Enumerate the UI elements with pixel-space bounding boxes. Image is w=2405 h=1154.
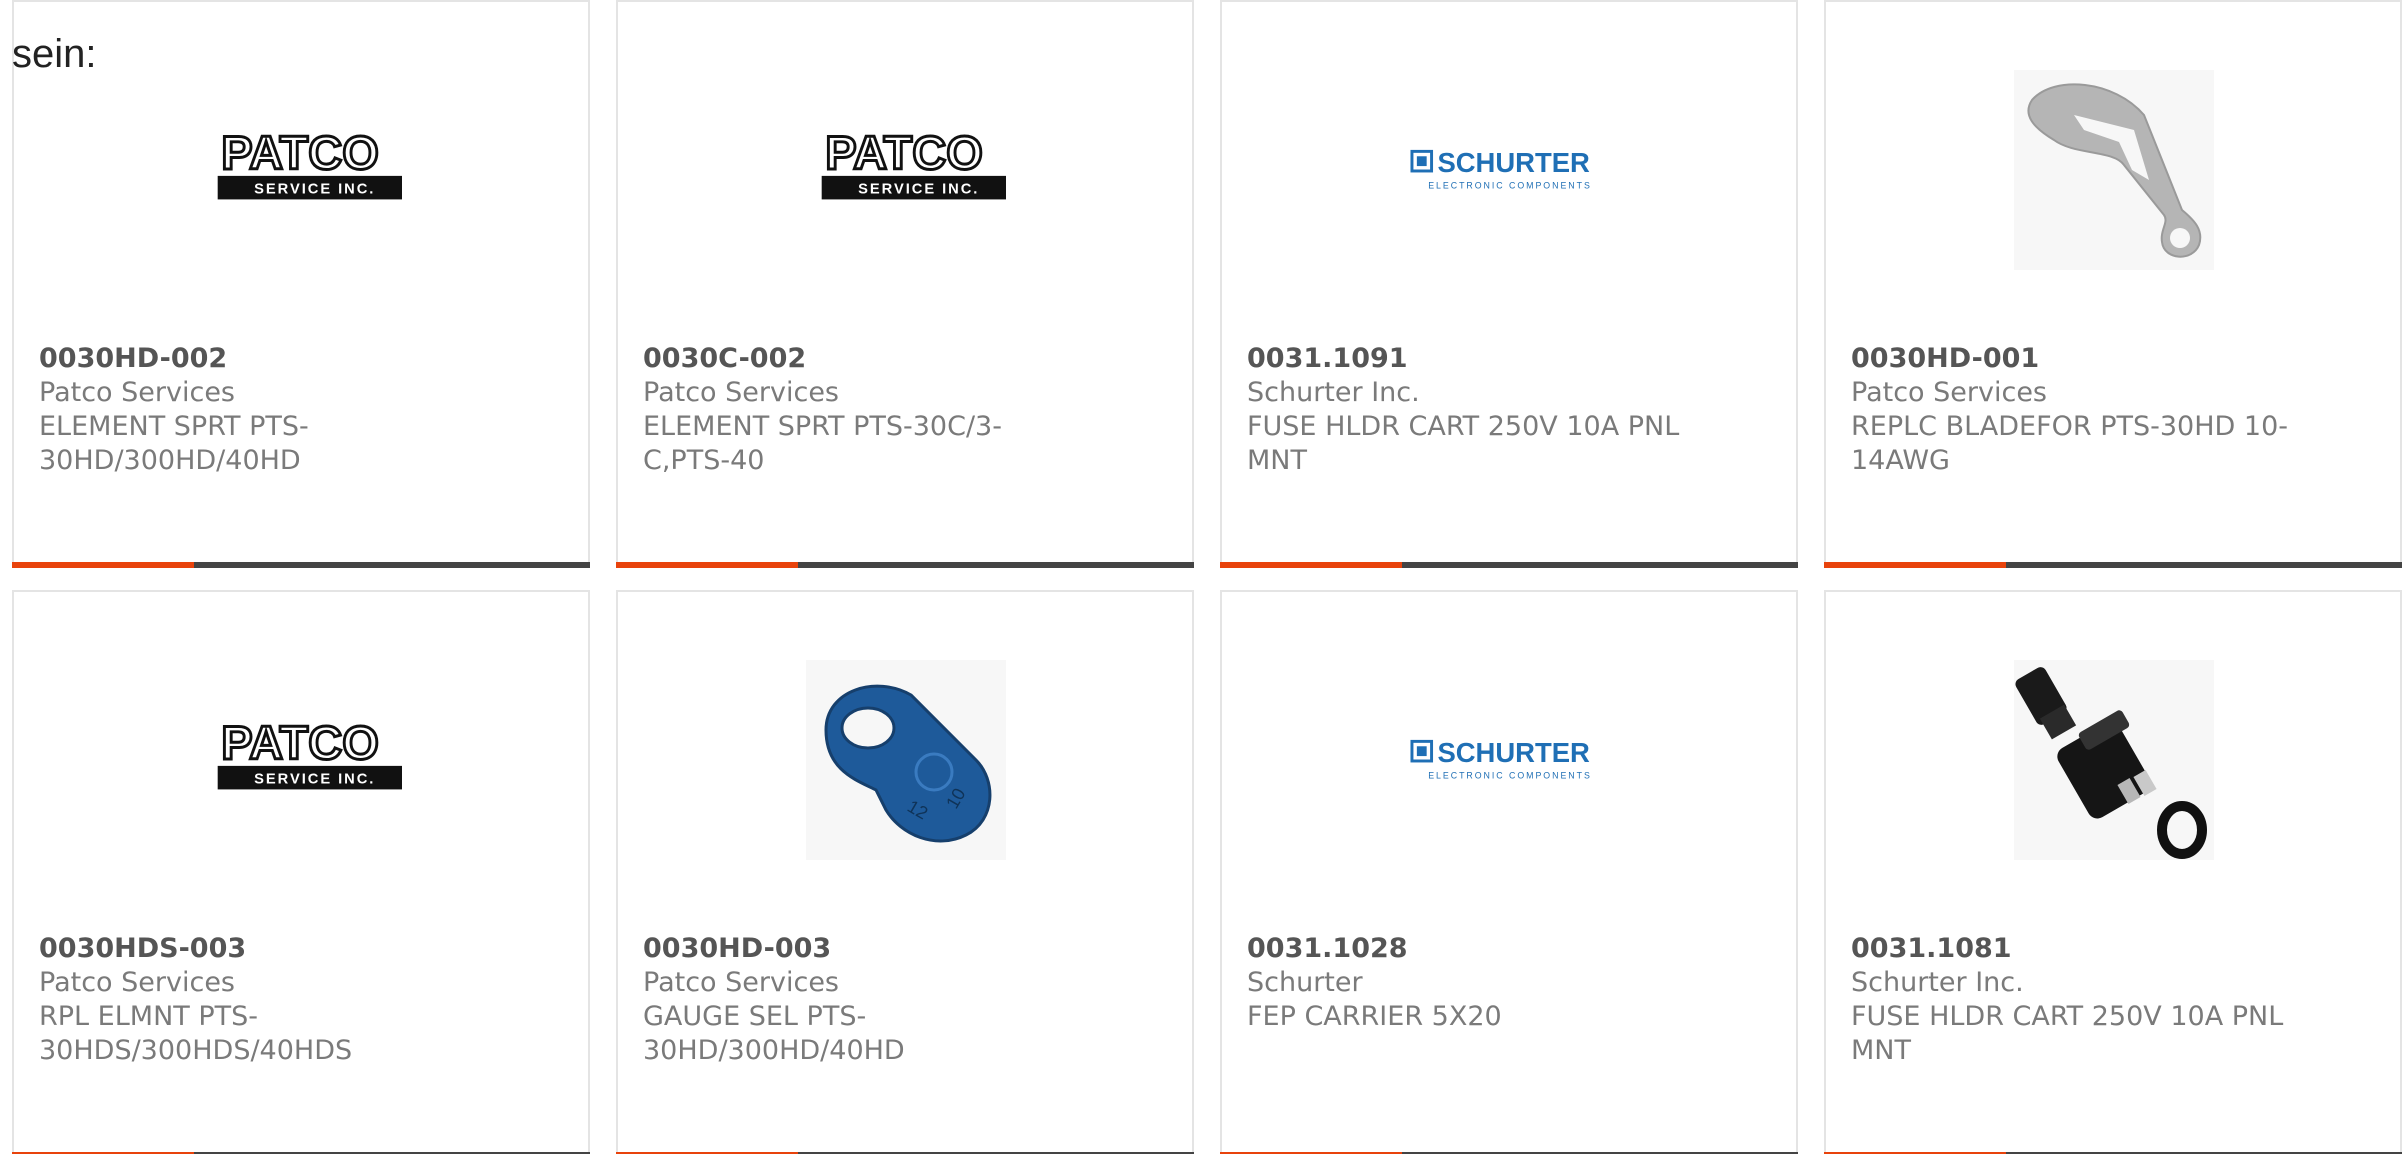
part-number[interactable]: 0031.1091: [1247, 342, 1687, 376]
product-image[interactable]: 12 10: [806, 660, 1006, 860]
patco-logo-word: PATCO: [221, 722, 379, 769]
schurter-logo-word: SCHURTER: [1437, 147, 1590, 178]
section-heading: sein:: [12, 32, 97, 76]
description: FUSE HLDR CART 250V 10A PNL MNT: [1247, 411, 1680, 476]
product-info: 0031.1091 Schurter Inc. FUSE HLDR CART 2…: [1247, 342, 1687, 478]
product-card[interactable]: PATCO SERVICE INC. 0030HDS-003 Patco Ser…: [12, 590, 590, 1154]
product-image[interactable]: PATCO SERVICE INC.: [202, 70, 402, 270]
part-number[interactable]: 0030C-002: [643, 342, 1083, 376]
schurter-logo-tagline: ELECTRONIC COMPONENTS: [1428, 181, 1592, 191]
product-info: 0030HD-003 Patco Services GAUGE SEL PTS-…: [643, 932, 1083, 1068]
gauge-selector-photo: 12 10: [806, 660, 1006, 860]
product-image[interactable]: PATCO SERVICE INC.: [806, 70, 1006, 270]
product-image[interactable]: SCHURTER ELECTRONIC COMPONENTS: [1410, 70, 1610, 270]
description: RPL ELMNT PTS-30HDS/300HDS/40HDS: [39, 1001, 353, 1066]
product-image[interactable]: [2014, 660, 2214, 860]
part-number[interactable]: 0030HD-002: [39, 342, 479, 376]
card-bar-accent: [616, 562, 798, 568]
part-number[interactable]: 0030HD-003: [643, 932, 1083, 966]
part-number[interactable]: 0030HD-001: [1851, 342, 2291, 376]
product-card[interactable]: SCHURTER ELECTRONIC COMPONENTS 0031.1091…: [1220, 0, 1798, 568]
product-info: 0030HD-002 Patco Services ELEMENT SPRT P…: [39, 342, 479, 478]
fuse-holder-photo: [2014, 660, 2214, 860]
patco-logo: PATCO SERVICE INC.: [217, 722, 402, 790]
product-card[interactable]: SCHURTER ELECTRONIC COMPONENTS 0031.1028…: [1220, 590, 1798, 1154]
product-card[interactable]: 0030HD-001 Patco Services REPLC BLADEFOR…: [1824, 0, 2402, 568]
description: FEP CARRIER 5X20: [1247, 1001, 1502, 1032]
product-image[interactable]: [2014, 70, 2214, 270]
patco-logo: PATCO SERVICE INC.: [821, 132, 1006, 200]
patco-logo-tagline: SERVICE INC.: [254, 772, 375, 788]
product-image[interactable]: SCHURTER ELECTRONIC COMPONENTS: [1410, 660, 1610, 860]
patco-logo-tagline: SERVICE INC.: [254, 182, 375, 198]
product-card[interactable]: 12 10 0030HD-003 Patco Services GAUGE SE…: [616, 590, 1194, 1154]
product-card[interactable]: 0031.1081 Schurter Inc. FUSE HLDR CART 2…: [1824, 590, 2402, 1154]
schurter-logo-tagline: ELECTRONIC COMPONENTS: [1428, 771, 1592, 781]
card-bottom-bar: [1824, 562, 2402, 568]
product-info: 0030C-002 Patco Services ELEMENT SPRT PT…: [643, 342, 1083, 478]
card-bar-accent: [12, 562, 194, 568]
schurter-logo-word: SCHURTER: [1437, 737, 1590, 768]
product-image[interactable]: PATCO SERVICE INC.: [202, 660, 402, 860]
description: GAUGE SEL PTS-30HD/300HD/40HD: [643, 1001, 905, 1066]
card-bottom-bar: [12, 562, 590, 568]
patco-logo-tagline: SERVICE INC.: [858, 182, 979, 198]
manufacturer: Patco Services: [643, 967, 840, 998]
patco-logo: PATCO SERVICE INC.: [217, 132, 402, 200]
card-bottom-bar: [1220, 562, 1798, 568]
part-number[interactable]: 0030HDS-003: [39, 932, 479, 966]
description: ELEMENT SPRT PTS-30HD/300HD/40HD: [39, 411, 309, 476]
manufacturer: Schurter Inc.: [1247, 377, 1420, 408]
description: REPLC BLADEFOR PTS-30HD 10-14AWG: [1851, 411, 2288, 476]
product-card[interactable]: PATCO SERVICE INC. 0030HD-002 Patco Serv…: [12, 0, 590, 568]
product-info: 0030HD-001 Patco Services REPLC BLADEFOR…: [1851, 342, 2291, 478]
product-info: 0031.1081 Schurter Inc. FUSE HLDR CART 2…: [1851, 932, 2291, 1068]
schurter-logo: SCHURTER ELECTRONIC COMPONENTS: [1410, 147, 1592, 191]
part-number[interactable]: 0031.1028: [1247, 932, 1687, 966]
description: FUSE HLDR CART 250V 10A PNL MNT: [1851, 1001, 2284, 1066]
product-card[interactable]: PATCO SERVICE INC. 0030C-002 Patco Servi…: [616, 0, 1194, 568]
description: ELEMENT SPRT PTS-30C/3-C,PTS-40: [643, 411, 1002, 476]
product-info: 0031.1028 Schurter FEP CARRIER 5X20: [1247, 932, 1687, 1034]
manufacturer: Patco Services: [643, 377, 840, 408]
card-bar-accent: [1220, 562, 1402, 568]
product-info: 0030HDS-003 Patco Services RPL ELMNT PTS…: [39, 932, 479, 1068]
replacement-blade-photo: [2014, 70, 2214, 270]
card-bar-accent: [1824, 562, 2006, 568]
part-number[interactable]: 0031.1081: [1851, 932, 2291, 966]
manufacturer: Schurter Inc.: [1851, 967, 2024, 998]
manufacturer: Patco Services: [39, 377, 236, 408]
manufacturer: Schurter: [1247, 967, 1363, 998]
product-grid: PATCO SERVICE INC. 0030HD-002 Patco Serv…: [12, 0, 2405, 1154]
manufacturer: Patco Services: [1851, 377, 2048, 408]
schurter-logo: SCHURTER ELECTRONIC COMPONENTS: [1410, 737, 1592, 781]
card-bottom-bar: [616, 562, 1194, 568]
manufacturer: Patco Services: [39, 967, 236, 998]
patco-logo-word: PATCO: [825, 132, 983, 179]
patco-logo-word: PATCO: [221, 132, 379, 179]
